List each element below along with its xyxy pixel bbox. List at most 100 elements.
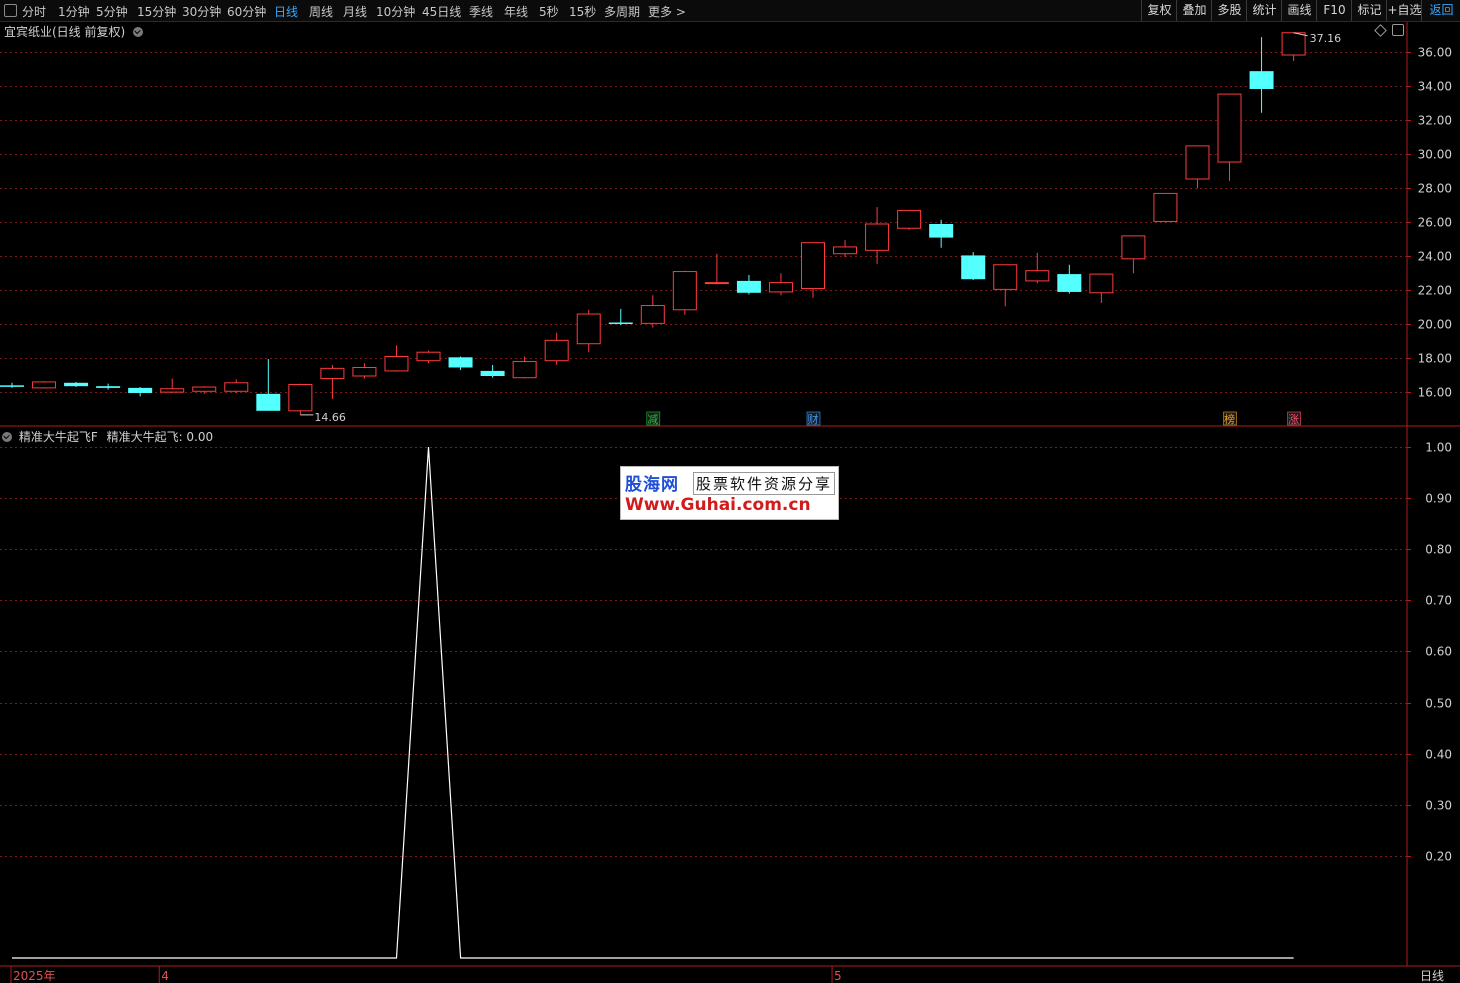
candle-body bbox=[833, 246, 858, 255]
candle bbox=[96, 383, 121, 390]
candle bbox=[0, 382, 24, 388]
candle-body bbox=[640, 305, 665, 324]
candle bbox=[608, 308, 633, 326]
candle-body bbox=[480, 370, 505, 376]
candle-body bbox=[768, 282, 793, 293]
candle-body bbox=[1121, 235, 1146, 260]
x-axis-label: 5 bbox=[834, 969, 842, 983]
candle bbox=[640, 295, 665, 328]
candle-body bbox=[897, 209, 922, 229]
candle bbox=[32, 381, 57, 389]
candle bbox=[672, 270, 697, 315]
candle-body bbox=[1281, 32, 1306, 56]
candle-body bbox=[704, 282, 729, 285]
candle bbox=[1249, 37, 1274, 113]
x-axis-label: 4 bbox=[161, 969, 169, 983]
candle bbox=[1185, 145, 1210, 189]
candle bbox=[1057, 264, 1082, 294]
candle-body bbox=[32, 381, 57, 389]
x-axis-label: 2025年 bbox=[13, 969, 56, 983]
candle bbox=[1281, 32, 1306, 61]
price-tick-label: 32.00 bbox=[1418, 114, 1452, 128]
price-tick-label: 20.00 bbox=[1418, 318, 1452, 332]
candle bbox=[736, 274, 761, 295]
candle bbox=[865, 207, 890, 264]
candle-body bbox=[96, 386, 121, 388]
high-price-label: 37.16 bbox=[1310, 32, 1342, 45]
candle bbox=[833, 240, 858, 258]
candle-body bbox=[929, 224, 954, 238]
candle-body bbox=[544, 339, 569, 362]
candle-body bbox=[448, 357, 473, 368]
price-tick-label: 28.00 bbox=[1418, 182, 1452, 196]
candle-body bbox=[672, 271, 697, 311]
candle bbox=[929, 219, 954, 248]
candle-body bbox=[320, 367, 345, 380]
candle-body bbox=[1217, 93, 1242, 163]
candle bbox=[64, 381, 89, 388]
candle bbox=[704, 253, 729, 285]
guhai-watermark: 股海网 股票软件资源分享 Www.Guhai.com.cn bbox=[620, 466, 839, 520]
indicator-legend: 精准大牛起飞F 精准大牛起飞: 0.00 bbox=[2, 428, 213, 445]
candle bbox=[768, 273, 793, 296]
candle bbox=[1121, 235, 1146, 274]
candle-body bbox=[1057, 274, 1082, 292]
candle-body bbox=[224, 382, 249, 392]
event-marker-label: 涨 bbox=[1288, 413, 1299, 426]
candle bbox=[128, 387, 153, 397]
indicator-tick-label: 0.40 bbox=[1425, 748, 1452, 762]
candle bbox=[480, 364, 505, 378]
watermark-slogan: 股票软件资源分享 bbox=[693, 472, 836, 495]
candle bbox=[512, 356, 537, 379]
indicator-tick-label: 0.90 bbox=[1425, 492, 1452, 506]
candle-body bbox=[160, 388, 185, 393]
price-tick-label: 36.00 bbox=[1418, 46, 1452, 60]
candle-body bbox=[801, 242, 825, 290]
candle-body bbox=[192, 386, 217, 392]
candle bbox=[993, 264, 1018, 307]
candle bbox=[961, 252, 986, 281]
indicator-tick-label: 1.00 bbox=[1425, 441, 1452, 455]
indicator-tick-label: 0.70 bbox=[1425, 594, 1452, 608]
candle bbox=[224, 379, 249, 393]
candle-body bbox=[1185, 145, 1210, 180]
candle-body bbox=[384, 355, 409, 372]
candle-body bbox=[128, 387, 153, 393]
candle-body bbox=[64, 382, 89, 387]
event-marker-label: 榜 bbox=[1224, 412, 1235, 426]
stock-title: 宜宾纸业(日线 前复权) bbox=[4, 25, 126, 39]
price-tick-label: 34.00 bbox=[1418, 80, 1452, 94]
indicator-dropdown-icon[interactable] bbox=[2, 432, 12, 442]
candle-body bbox=[512, 361, 537, 379]
candle-body bbox=[288, 383, 313, 412]
candle-body bbox=[608, 322, 633, 324]
indicator-value: 精准大牛起飞: 0.00 bbox=[106, 430, 214, 444]
candle bbox=[448, 356, 473, 371]
dropdown-circle-icon[interactable] bbox=[133, 27, 144, 37]
candle-body bbox=[576, 313, 601, 345]
candle-body bbox=[0, 385, 24, 387]
indicator-tick-label: 0.60 bbox=[1425, 645, 1452, 659]
candle-body bbox=[256, 393, 281, 411]
watermark-logo: 股海网 bbox=[625, 475, 679, 495]
indicator-tick-label: 0.80 bbox=[1425, 543, 1452, 557]
price-tick-label: 30.00 bbox=[1418, 148, 1452, 162]
indicator-tick-label: 0.20 bbox=[1425, 850, 1452, 864]
price-tick-label: 26.00 bbox=[1418, 216, 1452, 230]
low-price-label: 14.66 bbox=[314, 411, 346, 424]
candle bbox=[256, 359, 281, 411]
candle bbox=[1089, 273, 1114, 303]
candle bbox=[801, 242, 825, 298]
candle bbox=[320, 364, 345, 399]
candle bbox=[1217, 93, 1242, 181]
price-tick-label: 16.00 bbox=[1418, 386, 1452, 400]
candle bbox=[384, 345, 409, 372]
candle-body bbox=[865, 223, 890, 251]
price-tick-label: 18.00 bbox=[1418, 352, 1452, 366]
indicator-tick-label: 0.50 bbox=[1425, 697, 1452, 711]
panel-toggle-icon[interactable] bbox=[1392, 24, 1404, 36]
candle bbox=[897, 209, 922, 230]
candle-body bbox=[736, 280, 761, 293]
main-chart-title: 宜宾纸业(日线 前复权) bbox=[4, 23, 146, 40]
candle bbox=[288, 383, 313, 415]
